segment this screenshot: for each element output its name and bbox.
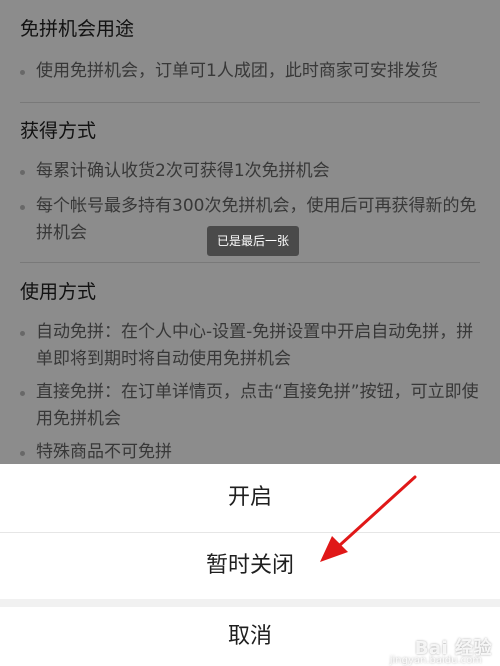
baidu-watermark-url: jingyan.baidu.com bbox=[389, 655, 482, 666]
sheet-gap bbox=[0, 599, 500, 607]
disable-temporarily-button[interactable]: 暂时关闭 bbox=[0, 533, 500, 599]
toast-message: 已是最后一张 bbox=[207, 226, 299, 256]
enable-button[interactable]: 开启 bbox=[0, 464, 500, 532]
